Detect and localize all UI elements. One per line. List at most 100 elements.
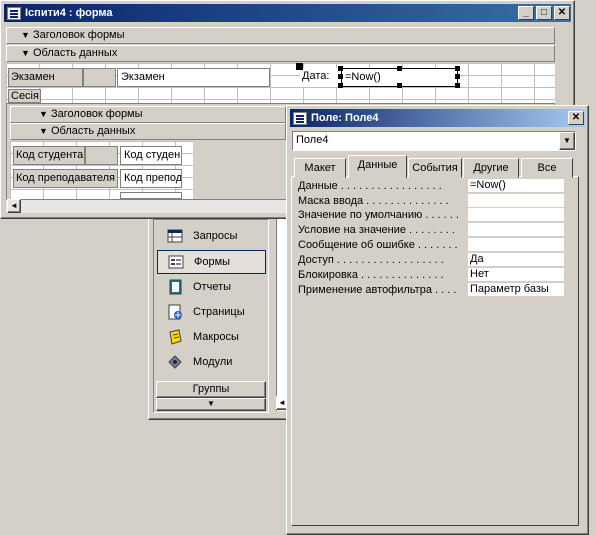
prop-name-filter-lookup: Применение автофильтра . . . . — [298, 283, 466, 297]
resize-handle[interactable] — [397, 83, 402, 88]
teacher-code-field[interactable]: Код препод — [120, 169, 182, 188]
scroll-left-button[interactable]: ◄ — [7, 199, 21, 213]
student-code-field-text: Код студен — [124, 149, 181, 161]
prop-value-enabled[interactable]: Да — [468, 253, 564, 267]
module-icon — [167, 354, 183, 370]
prop-name-locked: Блокировка . . . . . . . . . . . . . . — [298, 268, 466, 282]
chevron-down-icon[interactable]: ▼ — [559, 132, 575, 150]
detail-section-bar[interactable]: ▼ Область данных — [6, 45, 555, 62]
prop-name-text: Маска ввода . . . . . . . . . . . . . . — [298, 195, 449, 207]
prop-value-validation-text[interactable] — [468, 238, 564, 252]
session-label-text: Сесія — [11, 90, 39, 102]
prop-name-text: Доступ . . . . . . . . . . . . . . . . .… — [298, 254, 444, 266]
resize-handle[interactable] — [455, 74, 460, 79]
prop-name-validation-text: Сообщение об ошибке . . . . . . . — [298, 238, 466, 252]
form-header-label: Заголовок формы — [33, 29, 125, 41]
prop-name-text: Значение по умолчанию . . . . . . — [298, 209, 459, 221]
subform-detail-section-bar[interactable]: ▼ Область данных — [10, 123, 286, 140]
label-spacer — [85, 146, 118, 165]
exam-label-spacer — [83, 68, 116, 87]
date-label-text: Дата: — [302, 70, 330, 82]
prop-name-enabled: Доступ . . . . . . . . . . . . . . . . .… — [298, 253, 466, 267]
student-code-label-text: Код студента — [16, 149, 84, 161]
prop-value-filter-lookup[interactable]: Параметр базы — [468, 283, 564, 297]
properties-icon — [293, 111, 307, 125]
prop-value-default-value[interactable] — [468, 208, 564, 222]
nav-item-label: Страницы — [193, 306, 245, 318]
nav-item-macros[interactable]: Макросы — [157, 325, 266, 349]
subform-header-section-bar[interactable]: ▼ Заголовок формы — [10, 106, 286, 123]
object-selector[interactable]: Поле4 ▼ — [292, 131, 576, 151]
resize-handle[interactable] — [338, 66, 343, 71]
subform-detail-label: Область данных — [51, 125, 136, 137]
prop-value-text: Нет — [470, 268, 489, 280]
prop-name-text: Данные . . . . . . . . . . . . . . . . . — [298, 180, 442, 192]
resize-handle[interactable] — [455, 83, 460, 88]
nav-item-pages[interactable]: Страницы — [157, 300, 266, 324]
prop-name-validation-rule: Условие на значение . . . . . . . . — [298, 223, 466, 237]
properties-titlebar[interactable]: Поле: Поле4 ✕ — [290, 109, 585, 127]
prop-value-locked[interactable]: Нет — [468, 268, 564, 282]
form-icon — [168, 254, 184, 270]
tab-label: Данные — [357, 159, 398, 171]
teacher-code-label-text: Код преподавателя — [16, 172, 115, 184]
subform-field-partial[interactable] — [120, 192, 182, 199]
detail-section-label: Область данных — [33, 47, 118, 59]
student-code-label: Код студента — [13, 146, 85, 165]
prop-value-control-source[interactable]: =Now() — [468, 179, 564, 193]
maximize-button[interactable]: □ — [536, 6, 552, 20]
form-window-title: Іспити4 : форма — [25, 7, 113, 19]
prop-name-text: Блокировка . . . . . . . . . . . . . . — [298, 269, 444, 281]
object-selector-value: Поле4 — [296, 134, 329, 146]
tab-all[interactable]: Все — [521, 158, 573, 178]
prop-name-text: Условие на значение . . . . . . . . — [298, 224, 455, 236]
nav-item-label: Модули — [193, 356, 233, 368]
subform-header-label: Заголовок формы — [51, 108, 143, 120]
session-label: Сесія — [8, 89, 41, 103]
section-arrow-icon: ▼ — [21, 48, 30, 58]
tab-data[interactable]: Данные — [348, 155, 407, 178]
resize-handle[interactable] — [397, 66, 402, 71]
nav-item-reports[interactable]: Отчеты — [157, 275, 266, 299]
form-header-section-bar[interactable]: ▼ Заголовок формы — [6, 27, 555, 44]
exam-field[interactable]: Экзамен — [117, 68, 270, 87]
prop-value-input-mask[interactable] — [468, 194, 564, 208]
tab-label: Макет — [304, 162, 336, 174]
groups-expand-button[interactable]: ▼ — [156, 398, 266, 411]
groups-button[interactable]: Группы — [156, 381, 266, 398]
tab-other[interactable]: Другие — [463, 158, 519, 178]
resize-handle[interactable] — [338, 83, 343, 88]
tab-label: Все — [537, 162, 557, 174]
nav-item-label: Отчеты — [193, 281, 232, 293]
exam-label: Экзамен — [8, 68, 83, 87]
nav-item-modules[interactable]: Модули — [157, 350, 266, 374]
tab-layout[interactable]: Макет — [294, 158, 346, 178]
page-icon — [167, 304, 183, 320]
tab-label: События — [412, 162, 458, 174]
prop-value-text: =Now() — [470, 179, 506, 191]
tab-events[interactable]: События — [408, 158, 462, 178]
nav-item-forms[interactable]: Формы — [157, 250, 266, 274]
form-window-icon — [7, 6, 21, 20]
close-button[interactable]: ✕ — [554, 6, 570, 20]
prop-name-control-source: Данные . . . . . . . . . . . . . . . . . — [298, 179, 466, 193]
prop-name-default-value: Значение по умолчанию . . . . . . — [298, 208, 466, 222]
prop-name-text: Применение автофильтра . . . . — [298, 284, 457, 296]
prop-name-text: Сообщение об ошибке . . . . . . . — [298, 239, 458, 251]
report-icon — [167, 279, 183, 295]
date-label: Дата: — [300, 68, 338, 87]
nav-item-label: Макросы — [193, 331, 239, 343]
resize-handle[interactable] — [455, 66, 460, 71]
nav-item-label: Формы — [194, 256, 231, 268]
groups-label: Группы — [192, 383, 230, 395]
minimize-button[interactable]: _ — [518, 6, 534, 20]
properties-close-button[interactable]: ✕ — [568, 111, 584, 125]
student-code-field[interactable]: Код студен — [120, 146, 182, 165]
prop-value-validation-rule[interactable] — [468, 223, 564, 237]
section-arrow-icon: ▼ — [39, 109, 48, 119]
resize-handle[interactable] — [338, 74, 343, 79]
teacher-code-field-text: Код препод — [124, 172, 182, 184]
form-titlebar[interactable]: Іспити4 : форма _ □ ✕ — [4, 4, 571, 22]
nav-item-queries[interactable]: Запросы — [157, 224, 266, 248]
move-handle[interactable] — [296, 63, 303, 70]
